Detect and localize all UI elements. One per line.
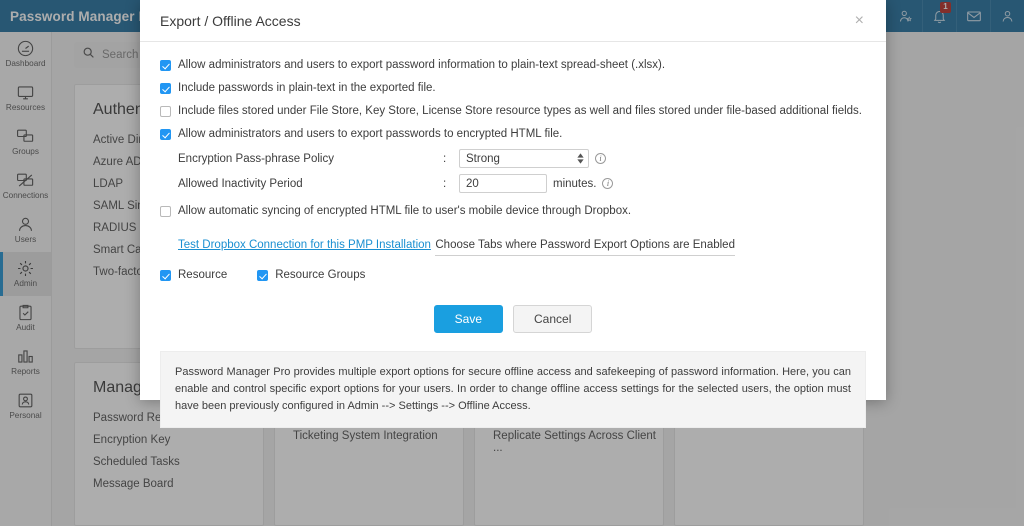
checkbox-tab-resource-groups[interactable]: Resource Groups xyxy=(257,268,365,283)
field-encryption-passphrase-policy: Encryption Pass-phrase Policy : Strong i xyxy=(160,146,866,171)
checkbox-box[interactable] xyxy=(160,206,171,217)
checkbox-label: Include files stored under File Store, K… xyxy=(178,104,862,119)
checkbox-box[interactable] xyxy=(160,83,171,94)
info-icon[interactable]: i xyxy=(602,178,613,189)
dialog-action-row: Save Cancel xyxy=(160,305,866,333)
checkbox-box[interactable] xyxy=(160,60,171,71)
checkbox-label: Resource xyxy=(178,268,227,283)
checkbox-label: Include passwords in plain-text in the e… xyxy=(178,81,436,96)
field-unit: minutes. xyxy=(553,178,596,190)
select-stepper-icon xyxy=(577,153,584,164)
checkbox-label: Allow administrators and users to export… xyxy=(178,127,562,142)
field-colon: : xyxy=(443,178,459,190)
checkbox-box[interactable] xyxy=(160,270,171,281)
export-tabs-row: Resource Resource Groups xyxy=(160,268,866,283)
select-value: Strong xyxy=(466,153,500,165)
export-tabs-section-heading: Choose Tabs where Password Export Option… xyxy=(435,239,735,256)
app-root: Password Manager Pro 1 xyxy=(0,0,1024,526)
field-allowed-inactivity-period: Allowed Inactivity Period : 20 minutes. … xyxy=(160,171,866,196)
field-label: Encryption Pass-phrase Policy xyxy=(178,153,443,165)
checkbox-label: Resource Groups xyxy=(275,268,365,283)
checkbox-include-files[interactable]: Include files stored under File Store, K… xyxy=(160,100,866,123)
info-icon[interactable]: i xyxy=(595,153,606,164)
checkbox-plain-text-passwords[interactable]: Include passwords in plain-text in the e… xyxy=(160,77,866,100)
cancel-button[interactable]: Cancel xyxy=(513,305,592,333)
save-button[interactable]: Save xyxy=(434,305,503,333)
passphrase-policy-select[interactable]: Strong xyxy=(459,149,589,168)
checkbox-tab-resource[interactable]: Resource xyxy=(160,268,227,283)
dialog-title: Export / Offline Access xyxy=(160,13,301,29)
dialog-body: Allow administrators and users to export… xyxy=(140,42,886,333)
inactivity-period-input[interactable]: 20 xyxy=(459,174,547,193)
checkbox-box[interactable] xyxy=(160,129,171,140)
checkbox-export-html[interactable]: Allow administrators and users to export… xyxy=(160,123,866,146)
checkbox-label: Allow automatic syncing of encrypted HTM… xyxy=(178,204,631,219)
close-icon[interactable]: × xyxy=(851,11,868,31)
dialog-header: Export / Offline Access × xyxy=(140,0,886,42)
dialog-note: Password Manager Pro provides multiple e… xyxy=(160,351,866,428)
checkbox-box[interactable] xyxy=(257,270,268,281)
test-dropbox-connection-link[interactable]: Test Dropbox Connection for this PMP Ins… xyxy=(178,239,431,251)
checkbox-dropbox-sync[interactable]: Allow automatic syncing of encrypted HTM… xyxy=(160,200,866,223)
checkbox-label: Allow administrators and users to export… xyxy=(178,58,665,73)
field-label: Allowed Inactivity Period xyxy=(178,178,443,190)
checkbox-box[interactable] xyxy=(160,106,171,117)
field-colon: : xyxy=(443,153,459,165)
checkbox-export-xlsx[interactable]: Allow administrators and users to export… xyxy=(160,54,866,77)
export-offline-access-dialog: Export / Offline Access × Allow administ… xyxy=(140,0,886,400)
